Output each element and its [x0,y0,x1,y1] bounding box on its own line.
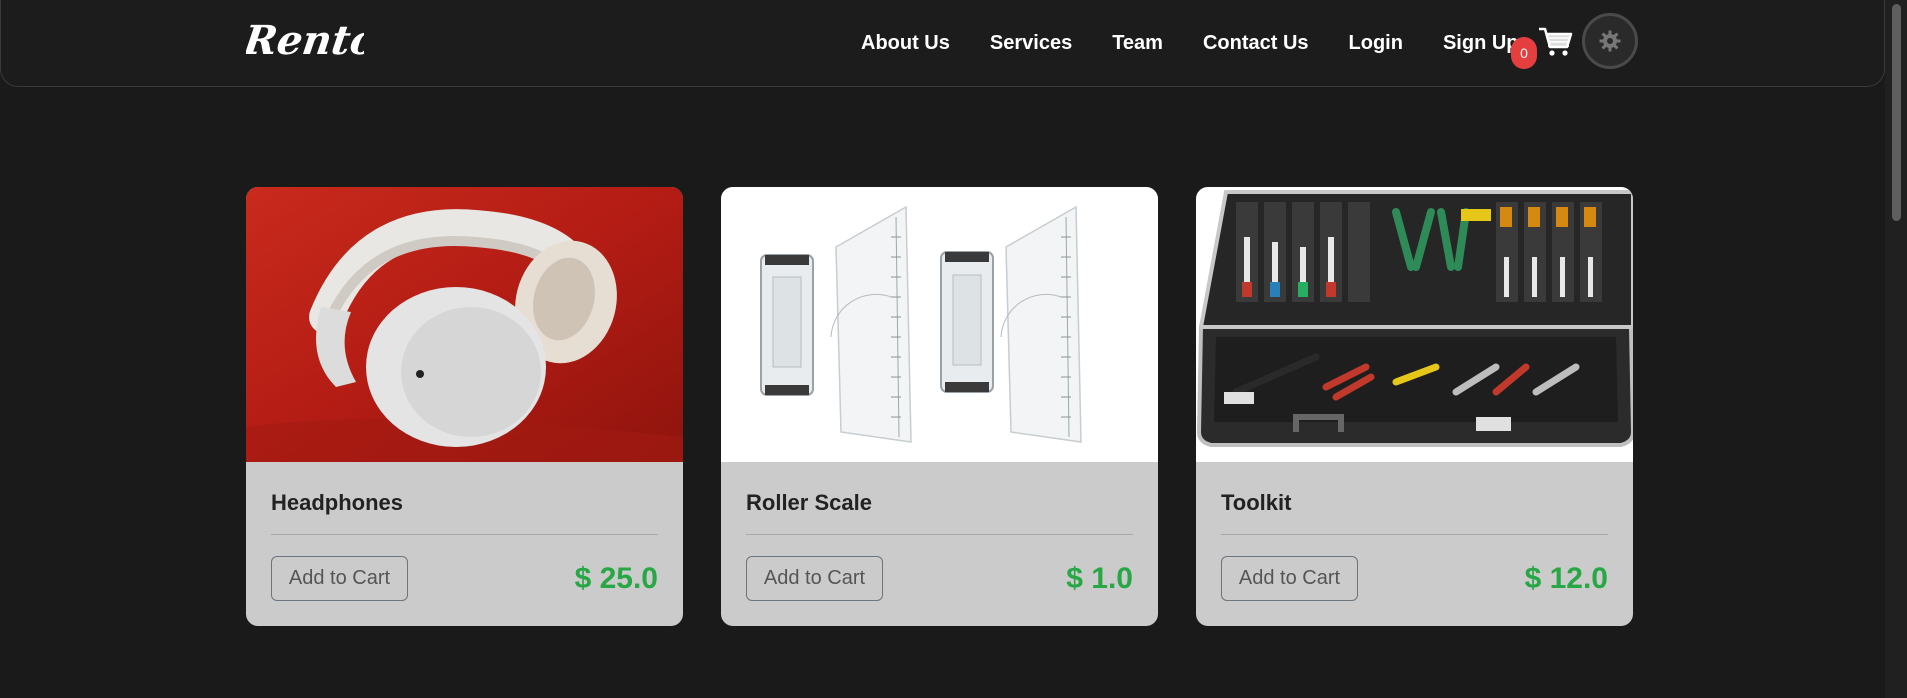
product-grid: Headphones Add to Cart $ 25.0 Roller Sca… [246,187,1633,626]
product-title: Headphones [271,490,404,515]
add-to-cart-button[interactable]: Add to Cart [1221,556,1358,601]
scrollbar-thumb[interactable] [1892,4,1901,221]
nav-team[interactable]: Team [1112,32,1163,55]
product-price: $ 1.0 [1066,561,1133,595]
brand-logo[interactable]: Rento. [246,12,364,68]
product-price: $ 12.0 [1524,561,1608,595]
product-image-headphones [246,187,683,462]
add-to-cart-button[interactable]: Add to Cart [746,556,883,601]
product-image-toolkit [1196,187,1633,462]
gear-icon [1599,30,1621,52]
nav-sign-up[interactable]: Sign Up [1443,32,1519,55]
divider [271,534,658,535]
product-card-roller-scale: Roller Scale Add to Cart $ 1.0 [721,187,1158,626]
cart-icon [1539,27,1573,56]
product-image-roller-scale [721,187,1158,462]
add-to-cart-button[interactable]: Add to Cart [271,556,408,601]
cart-count-badge: 0 [1511,37,1537,69]
nav-login[interactable]: Login [1349,32,1403,55]
divider [1221,534,1608,535]
product-title: Roller Scale [746,490,872,515]
nav-about-us[interactable]: About Us [861,32,950,55]
product-card-toolkit: Toolkit Add to Cart $ 12.0 [1196,187,1633,626]
nav-links: About Us Services Team Contact Us Login … [861,28,1519,58]
page-scrollbar[interactable] [1885,0,1907,698]
svg-text:Rento.: Rento. [246,17,364,64]
theme-toggle-button[interactable] [1582,13,1638,69]
product-title: Toolkit [1221,490,1292,515]
nav-contact-us[interactable]: Contact Us [1203,32,1309,55]
product-price: $ 25.0 [574,561,658,595]
product-card-headphones: Headphones Add to Cart $ 25.0 [246,187,683,626]
navbar: Rento. About Us Services Team Contact Us… [0,0,1885,87]
divider [746,534,1133,535]
cart-button[interactable]: 0 [1509,24,1573,69]
nav-services[interactable]: Services [990,32,1072,55]
